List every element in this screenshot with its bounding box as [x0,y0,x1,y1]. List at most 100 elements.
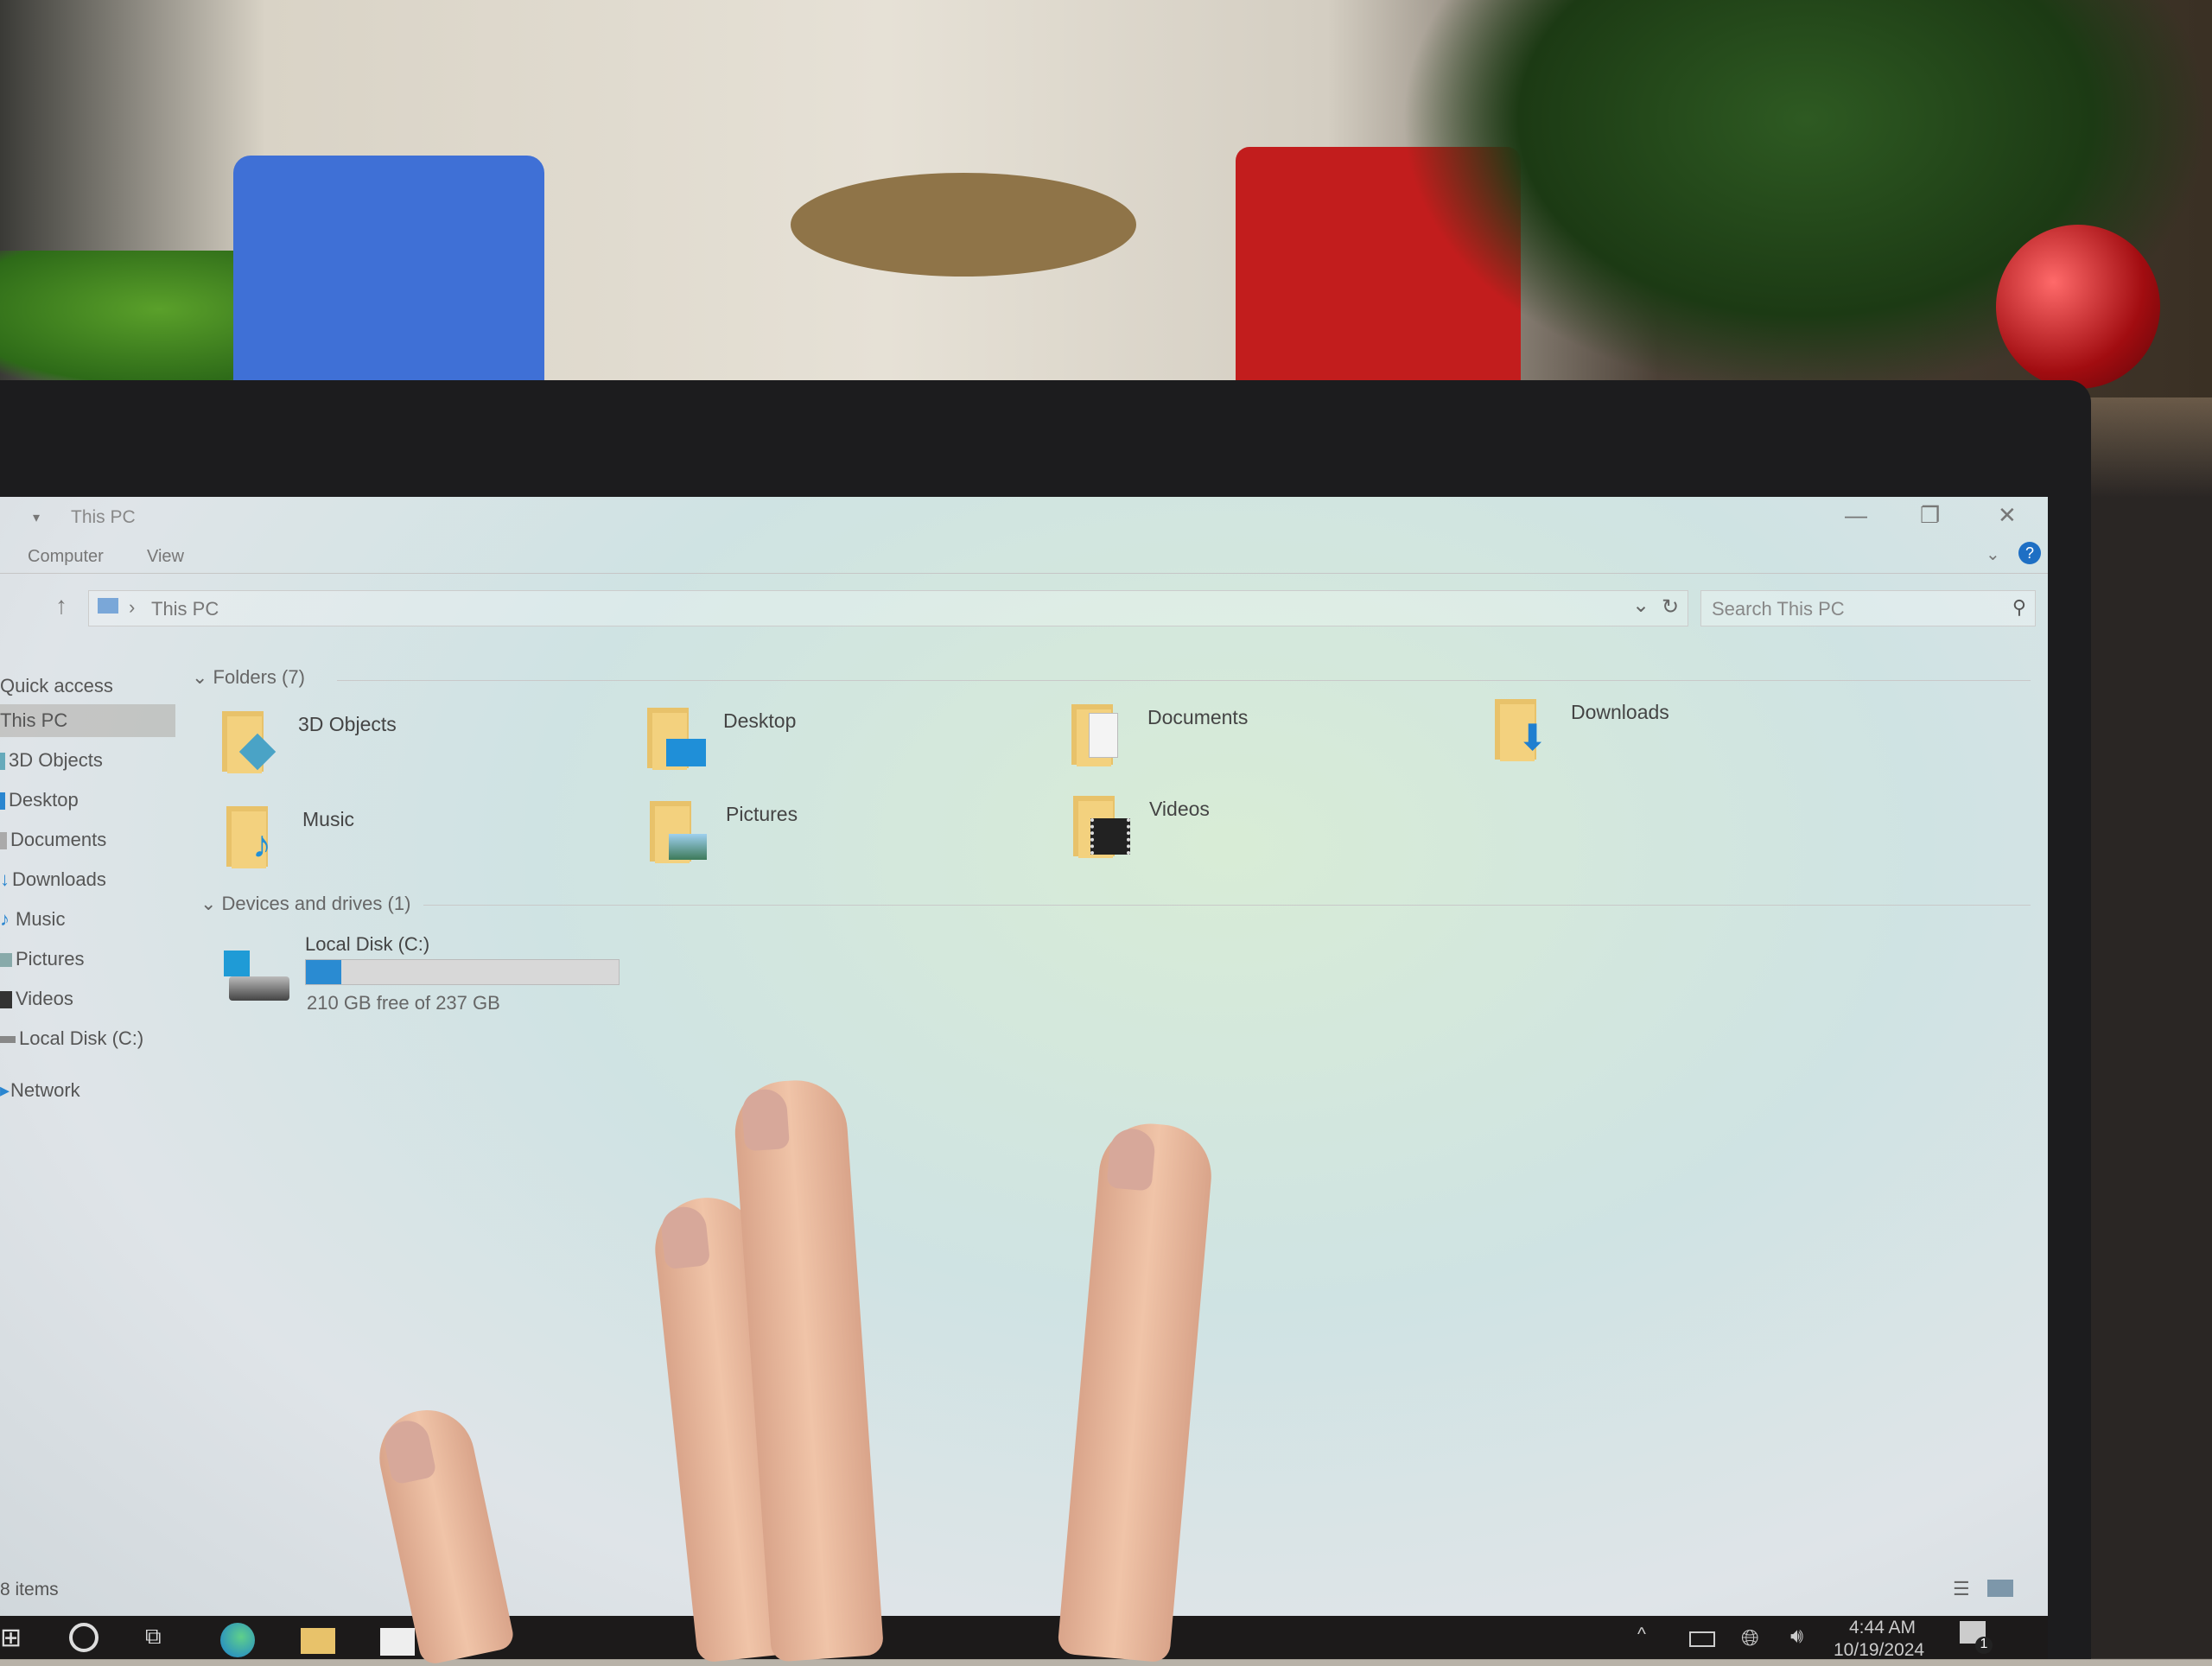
minimize-button[interactable]: — [1845,502,1867,529]
folder-tile-videos[interactable]: Videos [1071,789,1434,867]
search-input[interactable]: Search This PC ⚲ [1700,590,2036,626]
details-view-icon[interactable]: ☰ [1953,1578,1970,1600]
sidebar-item-desktop[interactable]: Desktop [0,784,79,817]
volume-icon[interactable]: 🔊︎ [1790,1625,1803,1649]
search-icon[interactable] [69,1623,99,1652]
sidebar-item-this-pc[interactable]: This PC [0,704,175,737]
quick-access-toolbar-icon[interactable]: ▾ [33,509,40,526]
edge-icon[interactable] [220,1623,255,1657]
sidebar-item-documents[interactable]: Documents [0,823,106,856]
tray-chevron-icon[interactable]: ^ [1637,1625,1646,1645]
sidebar-item-label: Documents [10,829,107,850]
videos-icon [0,991,12,1009]
battery-icon[interactable] [1689,1631,1715,1647]
up-button[interactable]: ↑ [55,592,67,620]
music-icon: ♪ [225,799,289,873]
folder-label: Documents [1147,706,1249,728]
task-view-icon[interactable]: ⧉ [145,1623,180,1657]
drive-usage-fill [306,960,342,984]
desktop-icon [645,701,710,774]
refresh-icon[interactable]: ↻ [1662,595,1679,620]
network-icon: ▸ [0,1079,10,1101]
clock-time[interactable]: 4:44 AM [1849,1618,1916,1638]
sidebar-item-downloads[interactable]: ↓ Downloads [0,863,106,896]
ornament [1996,225,2160,389]
sidebar-item-quick-access[interactable]: Quick access [0,670,113,703]
folder-label: Desktop [723,709,797,732]
chevron-down-icon: ⌄ [200,893,222,914]
drive-icon [0,1036,16,1044]
drives-group-header[interactable]: ⌄ Devices and drives (1) [200,893,410,915]
folder-tile-desktop[interactable]: Desktop [645,701,1008,779]
folder-label: Videos [1149,798,1210,820]
sidebar-item-label: This PC [0,709,68,731]
music-icon: ♪ [0,908,10,930]
address-bar[interactable]: › This PC ⌄ ↻ [88,590,1688,626]
3d-objects-icon [0,753,5,771]
folder-tile-documents[interactable]: Documents [1070,697,1433,775]
folder-tile-downloads[interactable]: ⬇ Downloads [1493,692,1856,770]
address-row: ↑ › This PC ⌄ ↻ Search This PC ⚲ [0,588,2048,632]
network-globe-icon[interactable]: 🌐︎ [1741,1625,1759,1652]
restore-button[interactable]: ❐ [1920,502,1940,529]
drive-free-space: 210 GB free of 237 GB [307,992,500,1014]
drive-usage-bar [305,959,620,985]
taskbar: ⊞ ⧉ ^ 🌐︎ 🔊︎ 4:44 AM 10/19/2024 1 [0,1616,2048,1659]
status-bar: 8 items ☰ [0,1573,2048,1607]
blue-stool [233,156,544,380]
tab-computer[interactable]: Computer [28,547,104,567]
search-icon[interactable]: ⚲ [2012,596,2026,619]
sidebar-item-local-disk[interactable]: Local Disk (C:) [0,1022,143,1055]
window-title: This PC [71,507,136,527]
breadcrumb-separator: › [129,596,136,618]
sidebar-item-music[interactable]: ♪ Music [0,903,65,936]
documents-icon [1070,697,1135,771]
clock-date[interactable]: 10/19/2024 [1834,1640,1924,1659]
sidebar-item-videos[interactable]: Videos [0,982,73,1015]
sidebar-item-3d-objects[interactable]: 3D Objects [0,744,103,777]
3d-objects-icon [220,704,285,778]
file-explorer-icon[interactable] [301,1628,335,1654]
group-divider [337,680,2031,681]
breadcrumb-this-pc[interactable]: This PC [151,598,219,620]
folder-tile-3d-objects[interactable]: 3D Objects [220,704,583,782]
drive-tile-local-disk[interactable]: Local Disk (C:) 210 GB free of 237 GB [220,933,652,1020]
notification-badge: 1 [1975,1637,1993,1654]
drives-group-title: Devices and drives (1) [221,893,411,914]
pictures-icon [648,794,713,868]
drive-label: Local Disk (C:) [305,933,430,955]
sidebar-item-label: Desktop [9,789,79,811]
help-icon[interactable]: ? [2018,542,2041,564]
downloads-icon: ↓ [0,868,10,890]
folder-label: Downloads [1571,701,1669,723]
wooden-stool [791,173,1136,277]
start-icon[interactable]: ⊞ [0,1623,35,1657]
folders-group-title: Folders (7) [213,666,305,688]
store-icon[interactable] [380,1628,415,1656]
sidebar-item-label: Pictures [16,948,85,970]
sidebar-item-label: 3D Objects [9,749,103,771]
sidebar-item-network[interactable]: ▸Network [0,1074,80,1107]
sidebar-item-label: Downloads [12,868,106,890]
folder-tile-pictures[interactable]: Pictures [648,794,1011,872]
folder-tile-music[interactable]: ♪ Music [225,799,588,877]
tab-view[interactable]: View [147,547,184,567]
large-icons-view-icon[interactable] [1987,1580,2013,1597]
documents-icon [0,832,7,850]
sidebar-item-label: Local Disk (C:) [19,1027,144,1049]
downloads-icon: ⬇ [1493,692,1558,766]
desktop-icon [0,792,5,811]
close-button[interactable]: ✕ [1998,502,2017,529]
sidebar-item-label: Quick access [0,675,113,696]
sidebar-item-label: Music [16,908,66,930]
drive-icon [229,976,289,1001]
windows-logo-icon [224,951,250,976]
folders-group-header[interactable]: ⌄ Folders (7) [192,666,305,689]
ribbon-expand-icon[interactable]: ⌄ [1986,544,2000,565]
group-divider [423,905,2031,906]
search-placeholder: Search This PC [1712,598,1845,620]
address-dropdown-icon[interactable]: ⌄ [1632,593,1649,618]
sidebar-item-pictures[interactable]: Pictures [0,943,84,976]
folder-label: 3D Objects [298,713,397,735]
videos-icon [1071,789,1136,862]
